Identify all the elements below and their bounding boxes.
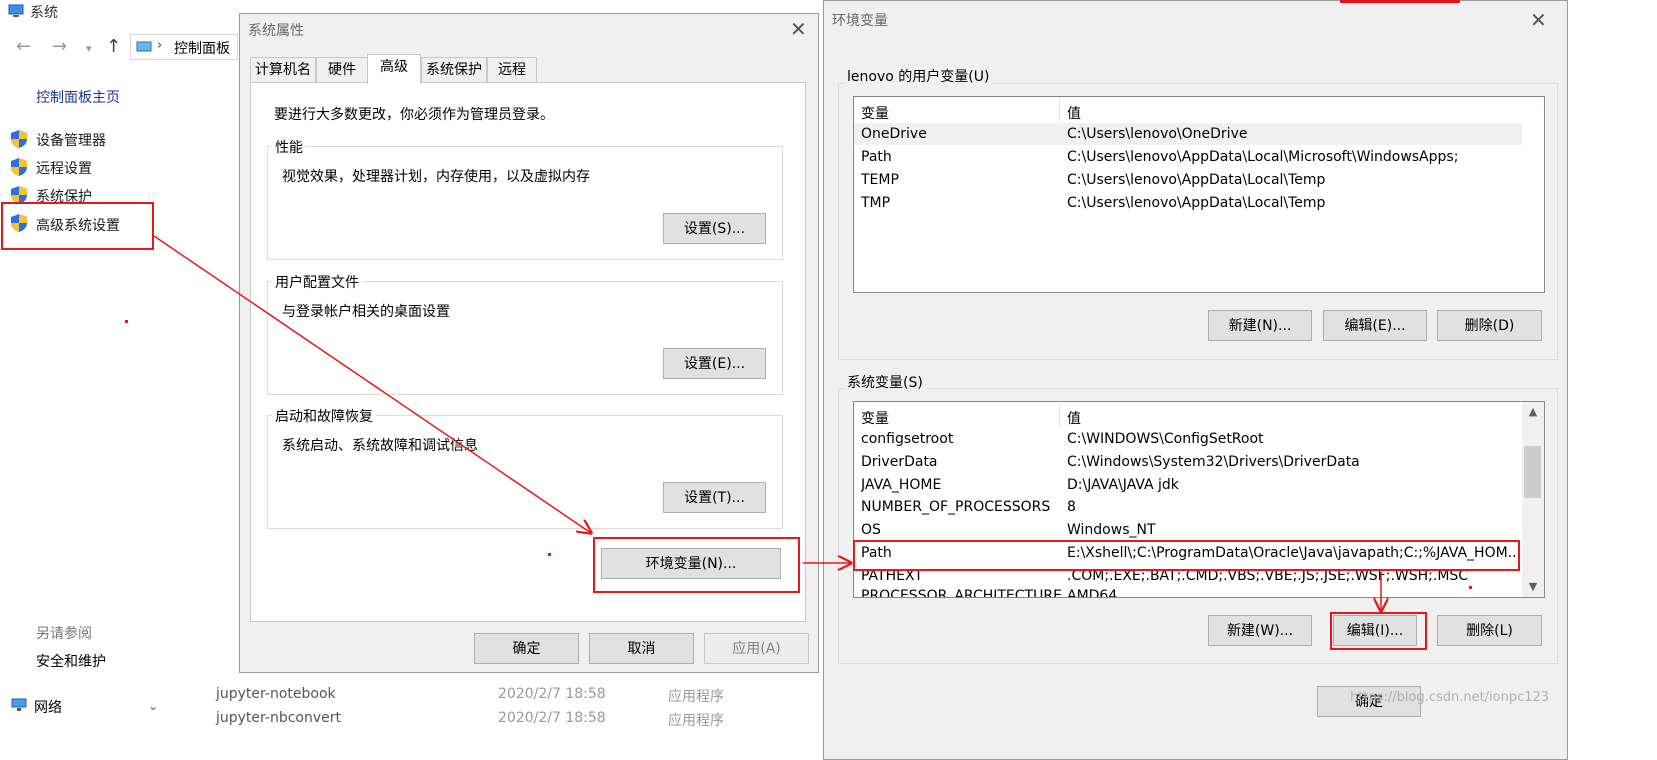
annotation-arrows [153, 235, 1657, 758]
annotation-arrow [153, 235, 591, 533]
tab-advanced[interactable]: 高级 [367, 54, 421, 84]
